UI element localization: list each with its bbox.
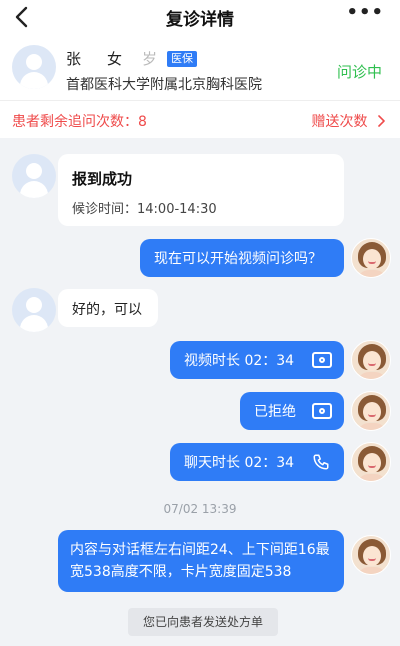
- message-bubble: 现在可以开始视频问诊吗？: [140, 239, 344, 277]
- gift-count-label: 赠送次数: [311, 114, 368, 130]
- video-call-record[interactable]: 视频时长 02：34: [170, 341, 344, 379]
- system-notice: 您已向患者发送处方单: [128, 608, 278, 636]
- top-navbar: 复诊详情 •••: [0, 0, 400, 34]
- consultation-status: 问诊中: [336, 63, 382, 81]
- message-timestamp: 07/02 13:39: [163, 502, 237, 516]
- phone-icon: [313, 454, 329, 470]
- remaining-followups: 患者剩余追问次数：8: [12, 114, 147, 130]
- patient-avatar: [12, 45, 56, 89]
- rejected-text: 已拒绝: [254, 404, 296, 420]
- patient-gender: 女: [107, 50, 123, 68]
- doctor-avatar: [351, 340, 391, 380]
- video-camera-icon: [312, 403, 332, 419]
- doctor-avatar: [351, 391, 391, 431]
- checkin-card: 报到成功 候诊时间：14:00-14:30: [58, 154, 344, 226]
- insurance-badge: 医保: [167, 50, 198, 67]
- page-title: 复诊详情: [166, 10, 234, 30]
- video-call-rejected[interactable]: 已拒绝: [240, 392, 344, 430]
- checkin-time: 候诊时间：14:00-14:30: [72, 202, 217, 217]
- patient-basic-info: 张 女 岁 医保: [66, 48, 198, 69]
- chat-area[interactable]: 报到成功 候诊时间：14:00-14:30 现在可以开始视频问诊吗？ 好的，可以…: [0, 138, 400, 646]
- voice-call-record[interactable]: 聊天时长 02：34: [170, 443, 344, 481]
- patient-hospital: 首都医科大学附属北京胸科医院: [66, 77, 262, 93]
- patient-age: 岁: [142, 50, 158, 68]
- chat-duration-text: 聊天时长 02：34: [184, 455, 295, 471]
- message-text: 现在可以开始视频问诊吗？: [154, 251, 322, 267]
- followup-quota-bar: 患者剩余追问次数：8 赠送次数: [0, 100, 400, 136]
- patient-header[interactable]: 张 女 岁 医保 首都医科大学附属北京胸科医院 问诊中: [0, 34, 400, 100]
- video-camera-icon: [312, 352, 332, 368]
- doctor-avatar: [351, 535, 391, 575]
- more-options-icon[interactable]: •••: [346, 2, 384, 23]
- doctor-avatar: [351, 442, 391, 482]
- message-text: 好的，可以: [72, 302, 142, 318]
- message-bubble: 好的，可以: [58, 289, 158, 327]
- chevron-right-icon: [378, 115, 385, 127]
- patient-name: 张: [66, 50, 82, 68]
- checkin-title: 报到成功: [72, 170, 133, 188]
- gift-count-link[interactable]: 赠送次数: [312, 111, 386, 131]
- video-duration-text: 视频时长 02：34: [184, 353, 295, 369]
- message-text: 内容与对话框左右间距24、上下间距16最宽538高度不限，卡片宽度固定538: [70, 542, 330, 580]
- doctor-avatar: [351, 238, 391, 278]
- message-bubble: 内容与对话框左右间距24、上下间距16最宽538高度不限，卡片宽度固定538: [58, 530, 344, 592]
- patient-chat-avatar: [12, 154, 56, 198]
- patient-chat-avatar: [12, 288, 56, 332]
